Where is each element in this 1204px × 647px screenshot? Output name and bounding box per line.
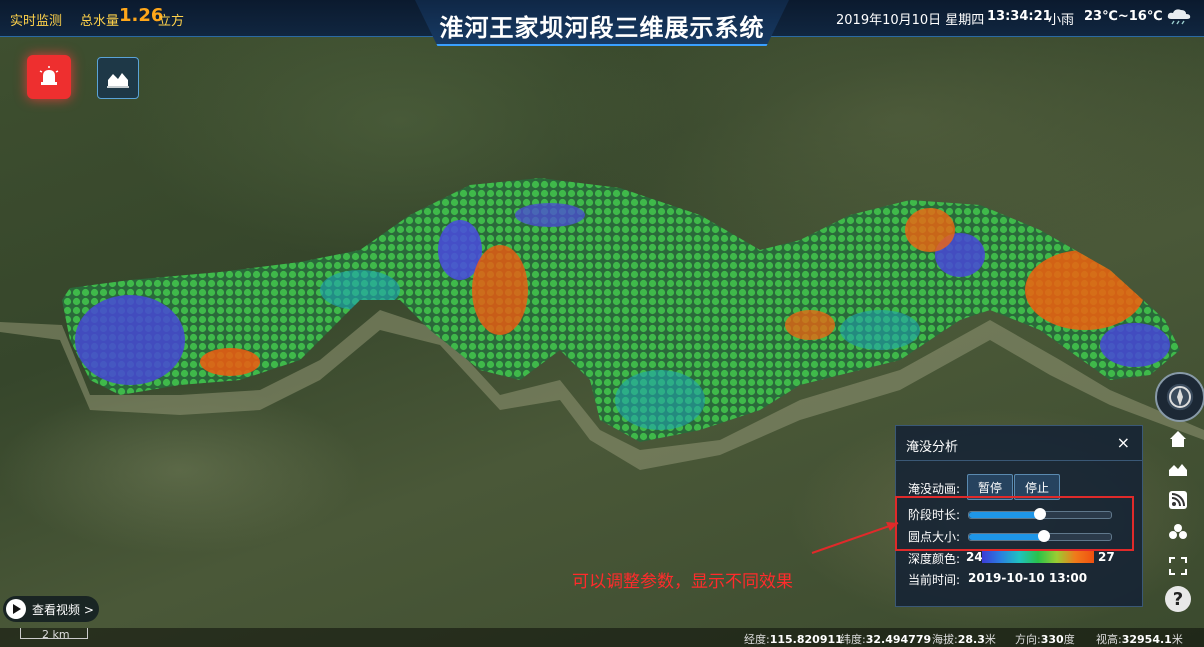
chart-button[interactable] — [1163, 456, 1193, 482]
panel-title: 淹没分析 — [906, 440, 959, 455]
header-time: 13:34:21 — [987, 9, 1052, 24]
annotation-text: 可以调整参数，显示不同效果 — [572, 572, 793, 592]
realtime-monitor-link[interactable]: 实时监测 — [10, 10, 62, 29]
depth-color-scale — [982, 549, 1094, 563]
play-icon — [6, 599, 26, 619]
close-icon[interactable]: × — [1117, 433, 1130, 452]
depth-min: 24 — [966, 550, 983, 564]
page-title: 淮河王家坝河段三维展示系统 — [439, 14, 765, 42]
current-time-value: 2019-10-10 13:00 — [968, 571, 1088, 585]
scale-label: 2 km — [42, 628, 70, 641]
help-button[interactable]: ? — [1165, 586, 1191, 612]
home-button[interactable] — [1163, 426, 1193, 452]
direction-readout: 方向:330度 — [1015, 633, 1075, 646]
latitude-readout: 纬度:32.494779 — [840, 633, 932, 646]
depth-color-label: 深度颜色: — [908, 552, 961, 566]
header-temperature: 23℃~16℃ — [1084, 9, 1163, 24]
rss-icon — [1169, 491, 1187, 509]
current-time-label: 当前时间: — [908, 573, 961, 587]
home-icon — [1170, 431, 1186, 447]
view-height-readout: 视高:32954.1米 — [1096, 633, 1183, 646]
alarm-button[interactable] — [27, 55, 71, 99]
header-weather: 小雨 — [1048, 13, 1075, 28]
depth-max: 27 — [1098, 550, 1115, 564]
header-date: 2019年10月10日 星期四 — [836, 13, 985, 28]
layers-button[interactable] — [1163, 519, 1193, 545]
highlight-box — [895, 496, 1134, 551]
fullscreen-button[interactable] — [1163, 553, 1193, 579]
view-video-button[interactable]: 查看视频 > — [3, 596, 99, 622]
longitude-readout: 经度:115.820911 — [744, 633, 843, 646]
area-chart-button[interactable] — [97, 57, 139, 99]
compass-icon — [1169, 386, 1191, 408]
animation-label: 淹没动画: — [908, 482, 961, 496]
total-volume-unit: 立方 — [158, 14, 185, 29]
fullscreen-icon — [1169, 557, 1187, 575]
area-chart-icon — [1169, 464, 1187, 476]
feed-button[interactable] — [1163, 487, 1193, 513]
panel-header: 淹没分析 × — [896, 426, 1142, 461]
view-video-label: 查看视频 > — [32, 602, 94, 617]
altitude-readout: 海拔:28.3米 — [932, 633, 996, 646]
total-volume-label: 总水量 — [80, 14, 120, 29]
area-chart-icon — [107, 73, 129, 88]
layers-icon — [1169, 524, 1187, 539]
rain-cloud-icon — [1167, 9, 1191, 25]
alarm-bell-icon — [39, 66, 59, 85]
total-volume-value: 1.26 — [119, 5, 164, 26]
compass-control[interactable] — [1155, 372, 1204, 422]
